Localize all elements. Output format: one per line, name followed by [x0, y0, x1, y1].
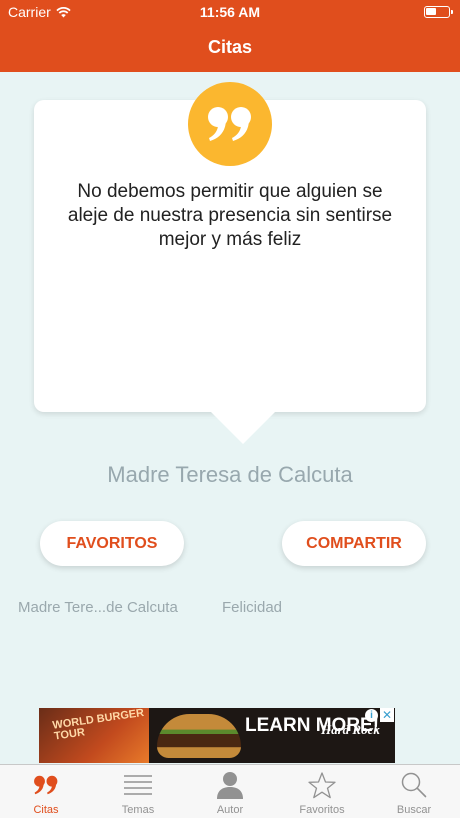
quote-text: No debemos permitir que alguien se aleje…: [67, 181, 393, 250]
tab-label: Temas: [121, 804, 155, 816]
search-icon: [401, 772, 427, 798]
quote-marks-icon: [34, 775, 58, 795]
status-time: 11:56 AM: [199, 4, 261, 20]
tab-temas[interactable]: Temas: [92, 765, 184, 818]
ad-image-left: WORLD BURGER TOUR: [39, 708, 149, 763]
star-icon: [308, 771, 336, 798]
tab-citas[interactable]: Citas: [0, 765, 92, 818]
tab-label: Buscar: [396, 804, 432, 816]
tab-autor[interactable]: Autor: [184, 765, 276, 818]
author-tag[interactable]: Madre Tere...de Calcuta: [18, 599, 178, 616]
tab-label: Citas: [33, 804, 59, 816]
tab-label: Favoritos: [299, 804, 345, 816]
ad-info-icon[interactable]: i: [365, 709, 378, 722]
battery-icon: [424, 6, 453, 18]
quote-badge: [188, 82, 272, 166]
quote-marks-icon: [208, 107, 251, 141]
tab-favoritos[interactable]: Favoritos: [276, 765, 368, 818]
status-bar: Carrier 11:56 AM: [0, 0, 460, 24]
burger-image: [157, 714, 241, 758]
share-button[interactable]: COMPARTIR: [282, 521, 426, 566]
ad-close-icon[interactable]: ✕: [380, 708, 394, 722]
ad-brand-logo: Hard Rock: [321, 722, 380, 737]
ad-banner[interactable]: WORLD BURGER TOUR LEARN MORE! Hard Rock …: [39, 708, 395, 763]
favorites-button[interactable]: FAVORITOS: [40, 521, 184, 566]
page-title: Citas: [207, 37, 252, 57]
topic-tag[interactable]: Felicidad: [222, 599, 282, 616]
list-icon: [124, 775, 152, 795]
tab-label: Autor: [216, 804, 244, 816]
quote-author: Madre Teresa de Calcuta: [107, 462, 353, 487]
tab-bar: Citas Temas Autor Favoritos Buscar: [0, 764, 460, 818]
navigation-bar: Citas: [0, 24, 460, 72]
ad-world-burger-tour: WORLD BURGER TOUR: [51, 708, 145, 743]
tab-buscar[interactable]: Buscar: [368, 765, 460, 818]
person-icon: [217, 772, 243, 799]
